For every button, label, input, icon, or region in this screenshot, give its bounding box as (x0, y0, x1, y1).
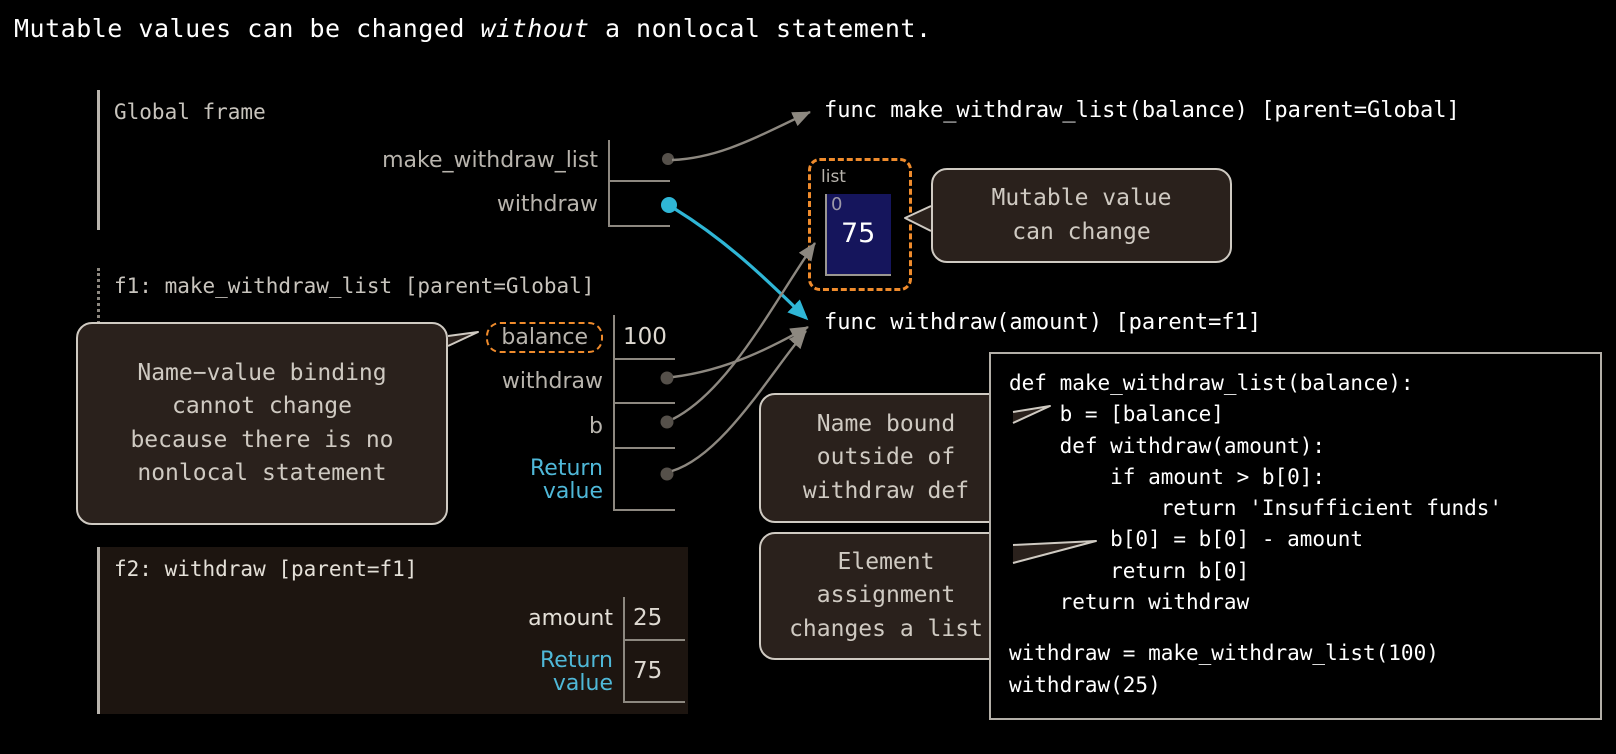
callout-mutable-value: Mutable value can change (931, 168, 1232, 263)
f1-frame-label: f1: make_withdraw_list [parent=Global] (114, 274, 595, 298)
arrow-f1-withdraw (672, 325, 809, 379)
list-index-label: 0 (831, 194, 843, 215)
code-line: withdraw(25) (1009, 672, 1161, 697)
code-line: return 'Insufficient funds' (1009, 496, 1503, 521)
title-text-before: Mutable values can be changed (14, 14, 481, 43)
binding-name-highlighted: balance (420, 315, 613, 360)
f2-frame-label: f2: withdraw [parent=f1] (114, 557, 418, 581)
func-value-withdraw: func withdraw(amount) [parent=f1] (824, 310, 1262, 335)
binding-name: make_withdraw_list (382, 148, 598, 174)
binding-value (608, 140, 670, 182)
binding-value (613, 449, 675, 511)
binding-value: 100 (613, 315, 675, 360)
binding-value: 25 (623, 597, 685, 641)
table-row: amount 25 (430, 597, 685, 641)
binding-value (613, 360, 675, 404)
return-label-line1: Return (529, 455, 603, 481)
return-label-line1: Return (539, 647, 613, 673)
callout-name-bound-outside: Name bound outside of withdraw def (759, 393, 1013, 523)
page-title: Mutable values can be changed without a … (14, 14, 932, 43)
code-line: b = [balance] (1009, 402, 1224, 427)
return-label-line2: value (542, 479, 603, 504)
binding-value (608, 182, 670, 227)
table-row: withdraw (420, 360, 675, 404)
callout-name-value-binding: Name−value binding cannot change because… (76, 322, 448, 525)
global-frame-label: Global frame (114, 100, 266, 124)
callout-element-assignment: Element assignment changes a list (759, 532, 1013, 660)
f2-frame-bindings: amount 25 Return value 75 (430, 597, 685, 703)
binding-value (613, 404, 675, 449)
list-element-value: 75 (841, 218, 876, 249)
func-value-make-withdraw-list: func make_withdraw_list(balance) [parent… (824, 98, 1460, 123)
global-frame-bindings: make_withdraw_list withdraw (300, 140, 670, 227)
code-line: def withdraw(amount): (1009, 433, 1326, 458)
binding-name-return: Return value (430, 641, 623, 703)
code-line: return withdraw (1009, 589, 1250, 614)
binding-name: b (589, 413, 603, 439)
arrow-global-make-withdraw-list (671, 110, 811, 162)
binding-name: withdraw (496, 191, 598, 217)
table-row: withdraw (300, 182, 670, 227)
table-row: make_withdraw_list (300, 140, 670, 182)
code-line: return b[0] (1009, 558, 1250, 583)
binding-value: 75 (623, 641, 685, 703)
table-row: Return value (420, 449, 675, 511)
diagram-canvas: Mutable values can be changed without a … (0, 0, 1616, 754)
arrow-global-withdraw-cyan (674, 207, 809, 321)
binding-name: balance (486, 321, 603, 354)
table-row: b (420, 404, 675, 449)
return-label-line2: value (552, 671, 613, 696)
title-text-emphasis: without (480, 14, 590, 43)
table-row: balance 100 (420, 315, 675, 360)
table-row: Return value 75 (430, 641, 685, 703)
code-block: def make_withdraw_list(balance): b = [ba… (989, 352, 1602, 720)
list-type-label: list (821, 167, 846, 187)
binding-name-return: Return value (420, 449, 613, 511)
binding-name: withdraw (501, 369, 603, 395)
f1-frame-bindings: balance 100 withdraw b Return value (420, 315, 675, 511)
code-separator (1009, 618, 1600, 638)
code-line: def make_withdraw_list(balance): (1009, 371, 1414, 395)
code-line: if amount > b[0]: (1009, 464, 1326, 489)
list-object: list 0 75 (808, 158, 912, 291)
title-text-after: a nonlocal statement. (589, 14, 932, 43)
code-line: b[0] = b[0] - amount (1009, 527, 1364, 552)
list-element-cell: 0 75 (825, 194, 891, 276)
binding-name: amount (528, 606, 613, 632)
code-line: withdraw = make_withdraw_list(100) (1009, 641, 1439, 666)
